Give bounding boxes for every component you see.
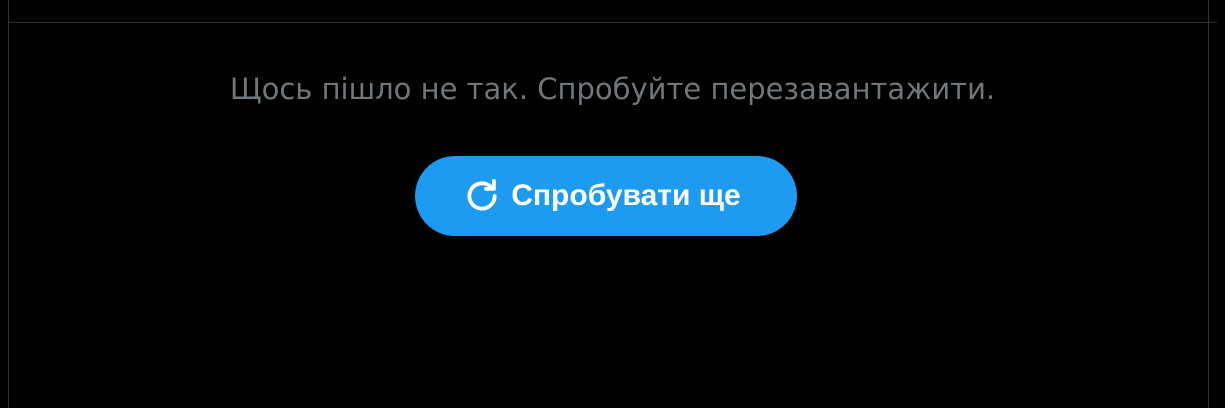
- retry-label: Спробувати ще: [511, 179, 741, 212]
- refresh-icon: [463, 177, 501, 215]
- retry-button[interactable]: Спробувати ще: [415, 156, 797, 236]
- right-border: [1208, 0, 1209, 408]
- top-divider: [8, 22, 1217, 23]
- error-page: Щось пішло не так. Спробуйте перезаванта…: [0, 0, 1225, 408]
- error-message: Щось пішло не так. Спробуйте перезаванта…: [229, 72, 996, 106]
- left-border: [8, 0, 9, 408]
